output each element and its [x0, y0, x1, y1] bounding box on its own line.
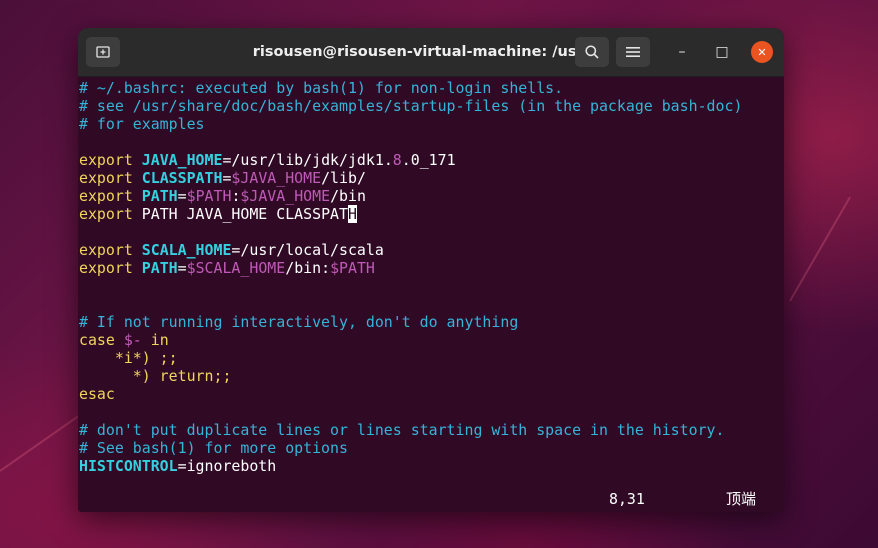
vim-status-line: 8,31 顶端: [78, 488, 784, 510]
terminal-line: export SCALA_HOME=/usr/local/scala: [79, 241, 784, 259]
terminal-token: =ignoreboth: [177, 457, 277, 475]
terminal-token: $SCALA_HOME: [186, 259, 286, 277]
title-bar[interactable]: risousen@risousen-virtual-machine: /usr/…: [78, 28, 784, 77]
terminal-token: =/usr/local/scala: [231, 241, 384, 259]
terminal-token: CLASSPATH: [141, 169, 223, 187]
terminal-line: export PATH=$SCALA_HOME/bin:$PATH: [79, 259, 784, 277]
minimize-icon: –: [678, 44, 686, 60]
close-icon: ✕: [757, 45, 767, 59]
terminal-token: $JAVA_HOME: [240, 187, 331, 205]
terminal-token: PATH: [141, 187, 178, 205]
terminal-token: in: [141, 331, 169, 349]
terminal-token: /lib/: [321, 169, 366, 187]
terminal-line: # see /usr/share/doc/bash/examples/start…: [79, 97, 784, 115]
terminal-token: export: [79, 151, 142, 169]
terminal-token: =/usr/lib/jdk/jdk1.: [222, 151, 393, 169]
terminal-token: # ~/.bashrc: executed by bash(1) for non…: [79, 79, 564, 97]
terminal-line: # See bash(1) for more options: [79, 439, 784, 457]
terminal-token: export: [79, 205, 142, 223]
maximize-icon: □: [715, 44, 729, 60]
search-button[interactable]: [575, 37, 609, 67]
menu-button[interactable]: [616, 37, 650, 67]
terminal-token: # If not running interactively, don't do…: [79, 313, 519, 331]
minimize-button[interactable]: –: [671, 41, 693, 63]
terminal-line: case $- in: [79, 331, 784, 349]
terminal-window: risousen@risousen-virtual-machine: /usr/…: [78, 28, 784, 512]
terminal-token: $-: [123, 331, 142, 349]
terminal-line: # don't put duplicate lines or lines sta…: [79, 421, 784, 439]
terminal-token: esac: [79, 385, 115, 403]
terminal-token: $PATH: [330, 259, 375, 277]
terminal-line: # ~/.bashrc: executed by bash(1) for non…: [79, 79, 784, 97]
terminal-line: *i*) ;;: [79, 349, 784, 367]
terminal-token: HISTCONTROL: [79, 457, 178, 475]
terminal-token: .0_171: [401, 151, 456, 169]
terminal-token: JAVA_HOME: [141, 151, 223, 169]
terminal-token: export: [79, 241, 142, 259]
terminal-token: /bin:: [285, 259, 331, 277]
terminal-token: 8: [392, 151, 402, 169]
text-cursor: H: [347, 205, 357, 223]
hamburger-menu-icon: [626, 47, 640, 57]
cursor-position: 8,31: [609, 490, 645, 508]
terminal-line: HISTCONTROL=ignoreboth: [79, 457, 784, 475]
terminal-token: PATH: [141, 259, 178, 277]
terminal-token: *) return;;: [79, 367, 232, 385]
terminal-token: # See bash(1) for more options: [79, 439, 348, 457]
terminal-token: =: [177, 187, 187, 205]
terminal-line: esac: [79, 385, 784, 403]
terminal-token: SCALA_HOME: [141, 241, 232, 259]
terminal-line: # If not running interactively, don't do…: [79, 313, 784, 331]
terminal-line: # for examples: [79, 115, 784, 133]
scroll-position: 顶端: [726, 490, 757, 508]
terminal-token: /bin: [330, 187, 366, 205]
terminal-token: PATH JAVA_HOME CLASSPAT: [141, 205, 348, 223]
terminal-line: export CLASSPATH=$JAVA_HOME/lib/: [79, 169, 784, 187]
terminal-token: # for examples: [79, 115, 205, 133]
terminal-token: export: [79, 187, 142, 205]
terminal-line: export JAVA_HOME=/usr/lib/jdk/jdk1.8.0_1…: [79, 151, 784, 169]
terminal-token: # see /usr/share/doc/bash/examples/start…: [79, 97, 743, 115]
terminal-text-area[interactable]: # ~/.bashrc: executed by bash(1) for non…: [78, 77, 784, 512]
terminal-token: $PATH: [186, 187, 232, 205]
terminal-token: *i*) ;;: [79, 349, 178, 367]
wallpaper-line: [789, 196, 851, 302]
close-button[interactable]: ✕: [751, 41, 773, 63]
terminal-token: $JAVA_HOME: [231, 169, 322, 187]
terminal-token: =: [177, 259, 187, 277]
terminal-line: export PATH=$PATH:$JAVA_HOME/bin: [79, 187, 784, 205]
maximize-button[interactable]: □: [711, 41, 733, 63]
terminal-token: # don't put duplicate lines or lines sta…: [79, 421, 725, 439]
search-icon: [585, 45, 599, 59]
terminal-token: case: [79, 331, 124, 349]
terminal-line: export PATH JAVA_HOME CLASSPATH: [79, 205, 784, 223]
terminal-line: *) return;;: [79, 367, 784, 385]
terminal-token: export: [79, 169, 142, 187]
terminal-token: export: [79, 259, 142, 277]
